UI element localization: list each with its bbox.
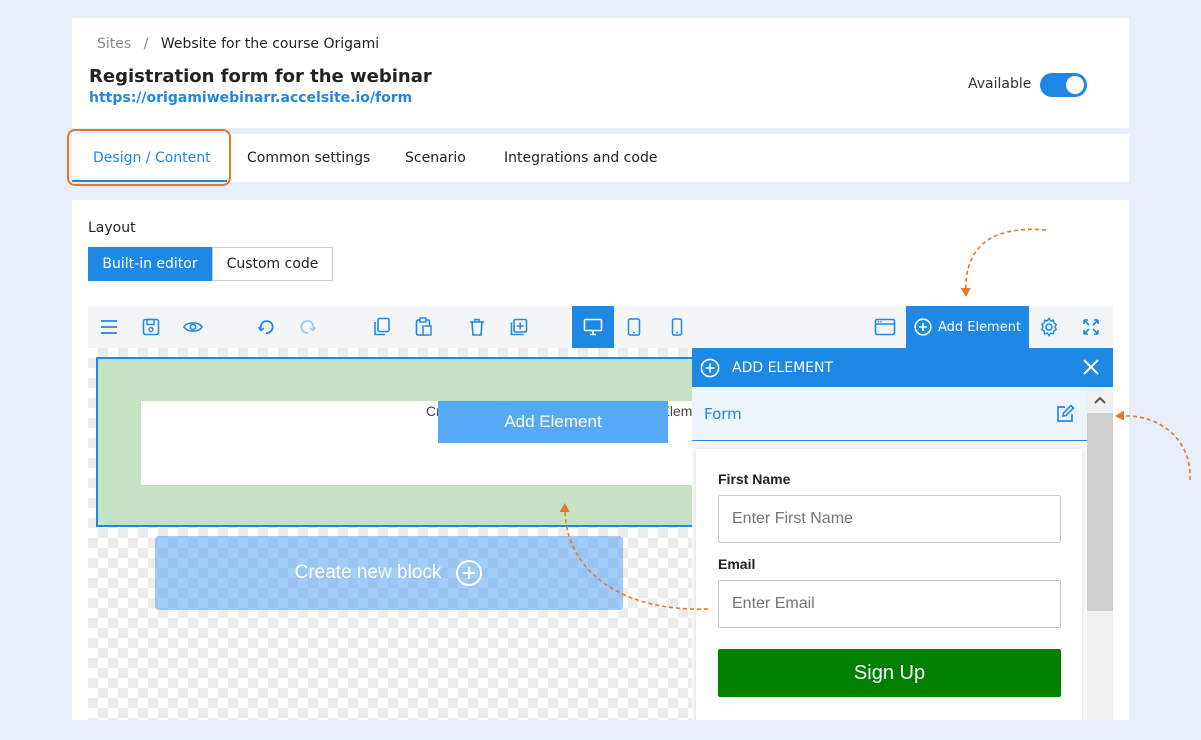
add-circle-icon [700,358,720,377]
save-icon[interactable] [134,306,168,348]
toolbar-add-element-label: Add Element [937,319,1022,335]
redo-icon[interactable] [291,306,325,348]
editor-toolbar: Add Element [88,306,1113,348]
tab-common-settings[interactable]: Common settings [247,134,370,182]
mobile-icon[interactable] [660,306,694,348]
plus-circle-icon [456,560,483,586]
fullscreen-icon[interactable] [1074,306,1108,348]
copy-icon[interactable] [365,306,399,348]
tab-highlight-annotation [67,129,231,186]
page-url-link[interactable]: https://origamiwebinarr.accelsite.io/for… [89,90,412,106]
sign-up-button[interactable]: Sign Up [718,649,1061,697]
tablet-icon[interactable] [617,306,651,348]
delete-icon[interactable] [460,306,494,348]
create-new-block-button[interactable]: Create new block [155,536,623,610]
selected-block[interactable]: Create New Element here! Click 'Add Elem… [96,357,715,527]
canvas-add-element-button[interactable]: Add Element [438,401,668,443]
duplicate-icon[interactable] [502,306,536,348]
toggle-knob [1066,76,1084,94]
arrow-to-scrollbar [1121,415,1191,481]
availability-label: Available [968,76,1032,92]
browser-window-icon[interactable] [868,306,902,348]
add-element-panel: ADD ELEMENT Form First Name Email Sign U… [692,348,1113,720]
tab-scenario[interactable]: Scenario [405,134,466,182]
page-header: Sites / Website for the course Origami R… [72,18,1129,128]
undo-icon[interactable] [249,306,283,348]
close-icon[interactable] [1081,357,1101,377]
first-name-label: First Name [718,471,791,487]
breadcrumb-sites[interactable]: Sites [97,36,131,52]
form-preview[interactable]: First Name Email Sign Up [696,449,1082,720]
settings-gear-icon[interactable] [1032,306,1066,348]
layout-custom-code-button[interactable]: Custom code [212,247,333,281]
page-title: Registration form for the webinar [89,66,432,87]
availability-toggle[interactable] [1040,73,1087,97]
panel-title: ADD ELEMENT [732,359,834,376]
panel-section-header: Form [692,387,1087,441]
scroll-up-icon[interactable] [1093,393,1107,405]
tab-integrations[interactable]: Integrations and code [504,134,657,182]
email-input[interactable] [718,580,1061,628]
menu-icon[interactable] [92,306,126,348]
layout-builtin-editor-button[interactable]: Built-in editor [88,247,212,281]
paste-icon[interactable] [407,306,441,348]
desktop-icon[interactable] [572,306,614,348]
scrollbar-thumb[interactable] [1087,413,1113,611]
add-circle-icon [914,318,932,336]
layout-label: Layout [88,220,136,236]
first-name-input[interactable] [718,495,1061,543]
panel-header: ADD ELEMENT [692,348,1113,387]
editor-canvas[interactable]: Create New Element here! Click 'Add Elem… [88,348,715,720]
breadcrumb-separator: / [143,36,149,52]
edit-icon[interactable] [1055,404,1075,424]
breadcrumb: Sites / Website for the course Origami [97,36,379,52]
preview-eye-icon[interactable] [176,306,210,348]
toolbar-add-element-button[interactable]: Add Element [906,306,1029,348]
create-new-block-label: Create new block [294,562,442,583]
panel-section-form[interactable]: Form [704,405,742,423]
panel-scrollbar[interactable] [1087,387,1113,720]
email-label: Email [718,556,756,572]
breadcrumb-current[interactable]: Website for the course Origami [161,36,379,52]
